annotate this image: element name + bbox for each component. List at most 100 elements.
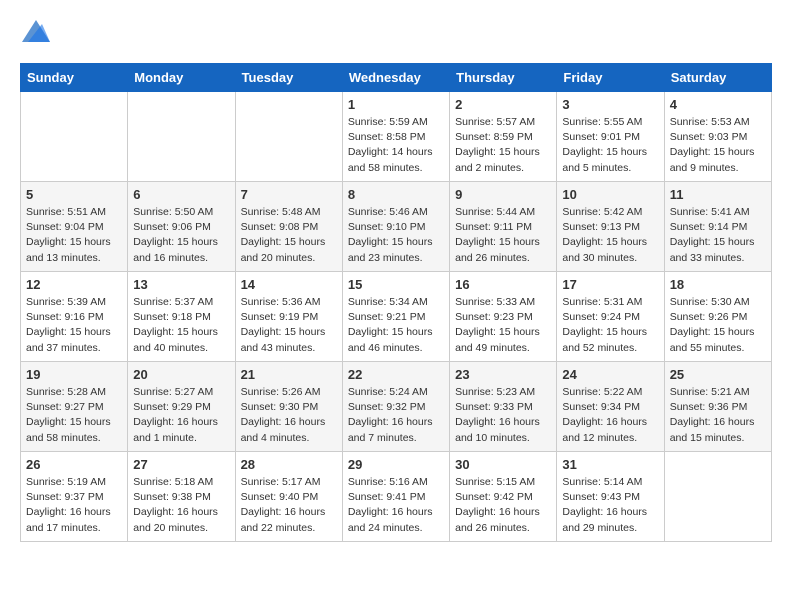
sunrise-text: Sunrise: 5:19 AM — [26, 475, 122, 490]
day-number: 22 — [348, 367, 444, 382]
calendar-day-cell: 10Sunrise: 5:42 AMSunset: 9:13 PMDayligh… — [557, 182, 664, 272]
daylight-text: Daylight: 15 hours and 58 minutes. — [26, 415, 122, 445]
day-number: 16 — [455, 277, 551, 292]
sunset-text: Sunset: 9:19 PM — [241, 310, 337, 325]
daylight-text: Daylight: 15 hours and 5 minutes. — [562, 145, 658, 175]
calendar-day-cell: 3Sunrise: 5:55 AMSunset: 9:01 PMDaylight… — [557, 92, 664, 182]
daylight-text: Daylight: 15 hours and 43 minutes. — [241, 325, 337, 355]
calendar-header-row: SundayMondayTuesdayWednesdayThursdayFrid… — [21, 64, 772, 92]
sunset-text: Sunset: 8:59 PM — [455, 130, 551, 145]
page-header — [20, 20, 772, 47]
day-info: Sunrise: 5:34 AMSunset: 9:21 PMDaylight:… — [348, 295, 444, 356]
sunrise-text: Sunrise: 5:50 AM — [133, 205, 229, 220]
calendar-day-cell: 22 Sunrise: 5:24 AMSunset: 9:32 PMDayligh… — [342, 362, 449, 452]
calendar-day-cell: 11Sunrise: 5:41 AMSunset: 9:14 PMDayligh… — [664, 182, 771, 272]
day-number: 4 — [670, 97, 766, 112]
day-of-week-header: Sunday — [21, 64, 128, 92]
daylight-text: Daylight: 16 hours and 1 minute. — [133, 415, 229, 445]
day-info: Sunrise: 5:39 AMSunset: 9:16 PMDaylight:… — [26, 295, 122, 356]
sunrise-text: Sunrise: 5:48 AM — [241, 205, 337, 220]
day-info: Sunrise: 5:15 AMSunset: 9:42 PMDaylight:… — [455, 475, 551, 536]
calendar-day-cell: 27Sunrise: 5:18 AMSunset: 9:38 PMDayligh… — [128, 452, 235, 542]
day-info: Sunrise: 5:19 AMSunset: 9:37 PMDaylight:… — [26, 475, 122, 536]
sunrise-text: Sunrise: 5:39 AM — [26, 295, 122, 310]
day-number: 5 — [26, 187, 122, 202]
sunset-text: Sunset: 9:11 PM — [455, 220, 551, 235]
day-of-week-header: Friday — [557, 64, 664, 92]
daylight-text: Daylight: 16 hours and 17 minutes. — [26, 505, 122, 535]
calendar-day-cell: 23Sunrise: 5:23 AMSunset: 9:33 PMDayligh… — [450, 362, 557, 452]
daylight-text: Daylight: 16 hours and 20 minutes. — [133, 505, 229, 535]
sunrise-text: Sunrise: 5:17 AM — [241, 475, 337, 490]
calendar-day-cell — [664, 452, 771, 542]
daylight-text: Daylight: 15 hours and 55 minutes. — [670, 325, 766, 355]
calendar-day-cell: 19Sunrise: 5:28 AMSunset: 9:27 PMDayligh… — [21, 362, 128, 452]
calendar-day-cell: 26Sunrise: 5:19 AMSunset: 9:37 PMDayligh… — [21, 452, 128, 542]
daylight-text: Daylight: 15 hours and 9 minutes. — [670, 145, 766, 175]
day-number: 1 — [348, 97, 444, 112]
calendar-day-cell: 5Sunrise: 5:51 AMSunset: 9:04 PMDaylight… — [21, 182, 128, 272]
day-info: Sunrise: 5:23 AMSunset: 9:33 PMDaylight:… — [455, 385, 551, 446]
sunset-text: Sunset: 8:58 PM — [348, 130, 444, 145]
sunrise-text: Sunrise: 5:15 AM — [455, 475, 551, 490]
day-info: Sunrise: 5:28 AMSunset: 9:27 PMDaylight:… — [26, 385, 122, 446]
calendar-day-cell: 12 Sunrise: 5:39 AMSunset: 9:16 PMDayligh… — [21, 272, 128, 362]
sunrise-text: Sunrise: 5:57 AM — [455, 115, 551, 130]
calendar-day-cell: 20 Sunrise: 5:27 AMSunset: 9:29 PMDayligh… — [128, 362, 235, 452]
day-number: 13 — [133, 277, 229, 292]
sunrise-text: Sunrise: 5:30 AM — [670, 295, 766, 310]
day-number: 31 — [562, 457, 658, 472]
calendar-week-row: 26Sunrise: 5:19 AMSunset: 9:37 PMDayligh… — [21, 452, 772, 542]
sunset-text: Sunset: 9:34 PM — [562, 400, 658, 415]
calendar-week-row: 5Sunrise: 5:51 AMSunset: 9:04 PMDaylight… — [21, 182, 772, 272]
day-number: 20 — [133, 367, 229, 382]
daylight-text: Daylight: 16 hours and 24 minutes. — [348, 505, 444, 535]
daylight-text: Daylight: 15 hours and 40 minutes. — [133, 325, 229, 355]
calendar-week-row: 1Sunrise: 5:59 AMSunset: 8:58 PMDaylight… — [21, 92, 772, 182]
calendar-day-cell: 6 Sunrise: 5:50 AMSunset: 9:06 PMDaylight… — [128, 182, 235, 272]
calendar-day-cell: 1 Sunrise: 5:59 AMSunset: 8:58 PMDaylight… — [342, 92, 449, 182]
calendar-day-cell: 14Sunrise: 5:36 AMSunset: 9:19 PMDayligh… — [235, 272, 342, 362]
daylight-text: Daylight: 16 hours and 26 minutes. — [455, 505, 551, 535]
sunset-text: Sunset: 9:43 PM — [562, 490, 658, 505]
day-info: Sunrise: 5:17 AMSunset: 9:40 PMDaylight:… — [241, 475, 337, 536]
day-of-week-header: Tuesday — [235, 64, 342, 92]
logo — [20, 20, 50, 47]
sunrise-text: Sunrise: 5:59 AM — [348, 115, 444, 130]
day-number: 21 — [241, 367, 337, 382]
day-info: Sunrise: 5:14 AMSunset: 9:43 PMDaylight:… — [562, 475, 658, 536]
sunrise-text: Sunrise: 5:23 AM — [455, 385, 551, 400]
sunset-text: Sunset: 9:40 PM — [241, 490, 337, 505]
daylight-text: Daylight: 16 hours and 29 minutes. — [562, 505, 658, 535]
sunrise-text: Sunrise: 5:33 AM — [455, 295, 551, 310]
calendar-day-cell: 18Sunrise: 5:30 AMSunset: 9:26 PMDayligh… — [664, 272, 771, 362]
day-info: Sunrise: 5:27 AMSunset: 9:29 PMDaylight:… — [133, 385, 229, 446]
day-info: Sunrise: 5:21 AMSunset: 9:36 PMDaylight:… — [670, 385, 766, 446]
calendar-week-row: 12 Sunrise: 5:39 AMSunset: 9:16 PMDayligh… — [21, 272, 772, 362]
daylight-text: Daylight: 15 hours and 33 minutes. — [670, 235, 766, 265]
day-info: Sunrise: 5:33 AMSunset: 9:23 PMDaylight:… — [455, 295, 551, 356]
day-info: Sunrise: 5:42 AMSunset: 9:13 PMDaylight:… — [562, 205, 658, 266]
day-number: 14 — [241, 277, 337, 292]
day-info: Sunrise: 5:59 AMSunset: 8:58 PMDaylight:… — [348, 115, 444, 176]
sunrise-text: Sunrise: 5:42 AM — [562, 205, 658, 220]
sunrise-text: Sunrise: 5:24 AM — [348, 385, 444, 400]
day-number: 24 — [562, 367, 658, 382]
calendar-day-cell: 17Sunrise: 5:31 AMSunset: 9:24 PMDayligh… — [557, 272, 664, 362]
daylight-text: Daylight: 14 hours and 58 minutes. — [348, 145, 444, 175]
daylight-text: Daylight: 15 hours and 52 minutes. — [562, 325, 658, 355]
day-number: 8 — [348, 187, 444, 202]
day-number: 12 — [26, 277, 122, 292]
daylight-text: Daylight: 15 hours and 26 minutes. — [455, 235, 551, 265]
sunset-text: Sunset: 9:33 PM — [455, 400, 551, 415]
day-number: 6 — [133, 187, 229, 202]
day-number: 28 — [241, 457, 337, 472]
sunrise-text: Sunrise: 5:34 AM — [348, 295, 444, 310]
day-info: Sunrise: 5:50 AMSunset: 9:06 PMDaylight:… — [133, 205, 229, 266]
sunset-text: Sunset: 9:21 PM — [348, 310, 444, 325]
day-of-week-header: Thursday — [450, 64, 557, 92]
daylight-text: Daylight: 15 hours and 49 minutes. — [455, 325, 551, 355]
daylight-text: Daylight: 15 hours and 16 minutes. — [133, 235, 229, 265]
day-info: Sunrise: 5:24 AMSunset: 9:32 PMDaylight:… — [348, 385, 444, 446]
sunset-text: Sunset: 9:38 PM — [133, 490, 229, 505]
